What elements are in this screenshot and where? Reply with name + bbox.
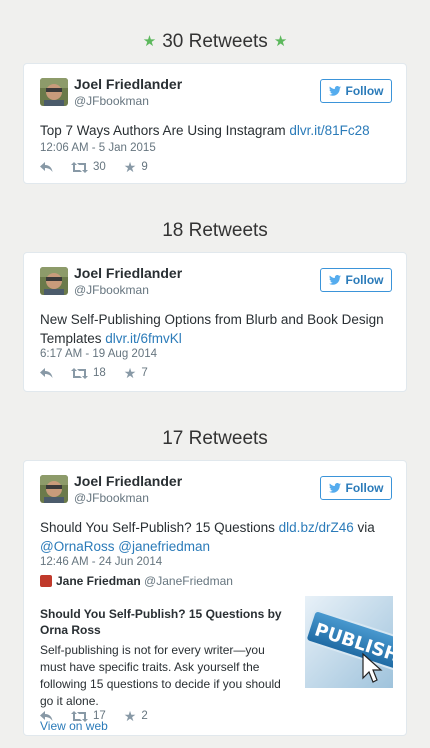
star-icon: ★	[123, 364, 137, 381]
tweet-text-body: Templates	[40, 331, 106, 346]
author-handle[interactable]: @JFbookman	[74, 283, 149, 297]
link-card-author-handle: @JaneFriedman	[144, 574, 233, 588]
section-heading: ★ 30 Retweets ★	[0, 29, 430, 55]
author-name[interactable]: Joel Friedlander	[74, 76, 182, 92]
retweet-icon	[71, 367, 88, 379]
section-heading: 18 Retweets	[162, 220, 268, 241]
favorite-button[interactable]: ★ 7	[123, 364, 148, 381]
tweet-actions: 18 ★ 7	[40, 364, 166, 381]
section-heading: 17 Retweets	[162, 428, 268, 449]
follow-label: Follow	[345, 273, 384, 287]
tweet-text-line: Should You Self-Publish? 15 Questions dl…	[40, 518, 390, 537]
tweet-text-body: Should You Self-Publish? 15 Questions	[40, 520, 279, 535]
follow-label: Follow	[345, 84, 384, 98]
retweet-icon	[71, 161, 88, 173]
link-card-title[interactable]: Should You Self-Publish? 15 Questions by…	[40, 606, 288, 638]
author-name[interactable]: Joel Friedlander	[74, 265, 182, 281]
tweet-link[interactable]: dlvr.it/81Fc28	[289, 123, 369, 138]
reply-icon	[40, 710, 53, 721]
retweet-button[interactable]: 30	[71, 161, 106, 173]
retweet-icon	[71, 710, 88, 722]
follow-button[interactable]: Follow	[320, 476, 392, 500]
tweet-actions: 17 ★ 2	[40, 707, 166, 724]
star-icon: ★	[123, 158, 137, 175]
heading-text: 30 Retweets	[162, 31, 268, 52]
link-card-image[interactable]: PUBLISH	[305, 596, 393, 688]
reply-icon	[40, 367, 53, 378]
retweet-button[interactable]: 18	[71, 367, 106, 379]
link-card-author: Jane Friedman @JaneFriedman	[40, 574, 233, 588]
avatar[interactable]	[40, 475, 68, 503]
tweet-card: Joel Friedlander @JFbookman Follow New S…	[23, 252, 407, 392]
tweet-card: Joel Friedlander @JFbookman Follow Shoul…	[23, 460, 407, 736]
mention-link[interactable]: @OrnaRoss	[40, 539, 114, 554]
tweet-actions: 30 ★ 9	[40, 158, 166, 175]
favorite-count: 7	[141, 367, 148, 379]
retweet-count: 18	[93, 367, 106, 379]
tweet-section-2: 18 Retweets	[0, 218, 430, 244]
tweet-text-via: via	[353, 520, 375, 535]
author-name[interactable]: Joel Friedlander	[74, 473, 182, 489]
tweet-timestamp[interactable]: 6:17 AM - 19 Aug 2014	[40, 348, 157, 360]
link-card-author-name: Jane Friedman	[56, 574, 141, 588]
star-icon: ★	[273, 33, 288, 50]
favorite-count: 2	[141, 710, 148, 722]
tweet-link[interactable]: dlvr.it/6fmvKl	[105, 331, 182, 346]
twitter-bird-icon	[328, 275, 341, 285]
avatar[interactable]	[40, 267, 68, 295]
favorite-count: 9	[141, 161, 148, 173]
follow-button[interactable]: Follow	[320, 268, 392, 292]
tweet-text-body: Top 7 Ways Authors Are Using Instagram	[40, 123, 290, 138]
star-icon: ★	[123, 707, 137, 724]
favorite-button[interactable]: ★ 2	[123, 707, 148, 724]
tweet-section-3: 17 Retweets	[0, 426, 430, 452]
link-card-description: Self-publishing is not for every writer—…	[40, 643, 281, 708]
tweet-timestamp[interactable]: 12:46 AM - 24 Jun 2014	[40, 556, 162, 568]
mention-link[interactable]: @janefriedman	[118, 539, 210, 554]
reply-button[interactable]	[40, 367, 53, 379]
tweet-text: Top 7 Ways Authors Are Using Instagram d…	[40, 121, 390, 140]
retweet-count: 17	[93, 710, 106, 722]
tweet-card: Joel Friedlander @JFbookman Follow Top 7…	[23, 63, 407, 184]
tweet-link[interactable]: dld.bz/drZ46	[279, 520, 354, 535]
retweet-count: 30	[93, 161, 106, 173]
follow-label: Follow	[345, 481, 384, 495]
tweet-text-line: New Self-Publishing Options from Blurb a…	[40, 312, 384, 327]
retweet-button[interactable]: 17	[71, 710, 106, 722]
tweet-text: New Self-Publishing Options from Blurb a…	[40, 310, 390, 348]
link-card[interactable]: Jane Friedman @JaneFriedman Should You S…	[40, 574, 393, 733]
favorite-button[interactable]: ★ 9	[123, 158, 148, 175]
star-icon: ★	[142, 33, 157, 50]
avatar	[40, 575, 52, 587]
twitter-bird-icon	[328, 86, 341, 96]
reply-button[interactable]	[40, 161, 53, 173]
tweet-section-1: ★ 30 Retweets ★	[0, 29, 430, 55]
author-handle[interactable]: @JFbookman	[74, 94, 149, 108]
reply-button[interactable]	[40, 710, 53, 722]
follow-button[interactable]: Follow	[320, 79, 392, 103]
tweet-timestamp[interactable]: 12:06 AM - 5 Jan 2015	[40, 142, 156, 154]
tweet-text: Should You Self-Publish? 15 Questions dl…	[40, 518, 390, 556]
tweet-text-line: @OrnaRoss @janefriedman	[40, 537, 390, 556]
tweet-text-line: Templates dlvr.it/6fmvKl	[40, 329, 390, 348]
twitter-bird-icon	[328, 483, 341, 493]
avatar[interactable]	[40, 78, 68, 106]
reply-icon	[40, 161, 53, 172]
author-handle[interactable]: @JFbookman	[74, 491, 149, 505]
